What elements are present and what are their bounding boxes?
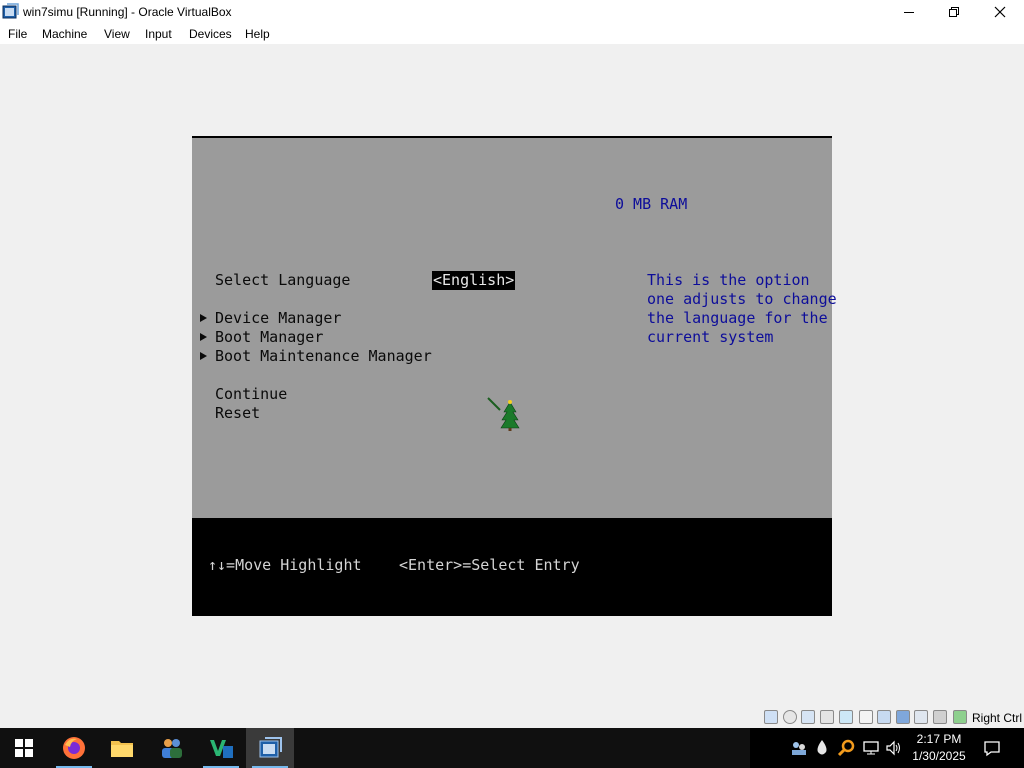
- firefox-icon: [63, 737, 85, 759]
- network-sharing-icon[interactable]: [790, 739, 808, 757]
- virtualbox-app-icon: [2, 3, 19, 19]
- menu-devices[interactable]: Devices: [189, 27, 232, 41]
- menu-boot-manager[interactable]: Boot Manager: [215, 328, 323, 347]
- ram-label: 0 MB RAM: [615, 195, 688, 213]
- help-line-1: This is the option: [647, 271, 810, 289]
- boot-manager-arrow-icon: [200, 333, 207, 341]
- boot-maintenance-arrow-icon: [200, 352, 207, 360]
- menu-view[interactable]: View: [104, 27, 130, 41]
- bios-footer: ↑↓=Move Highlight <Enter>=Select Entry: [192, 518, 832, 616]
- video-capture-icon[interactable]: [914, 710, 928, 724]
- menu-machine[interactable]: Machine: [42, 27, 87, 41]
- help-line-4: current system: [647, 328, 774, 346]
- shared-folder-icon[interactable]: [877, 710, 891, 724]
- footer-move-highlight: ↑↓=Move Highlight: [208, 556, 362, 574]
- clock-date[interactable]: 1/30/2025: [907, 749, 971, 763]
- taskbar-people[interactable]: [148, 728, 196, 768]
- monitor-network-icon[interactable]: [862, 739, 880, 757]
- usb-icon[interactable]: [859, 710, 873, 724]
- menu-file[interactable]: File: [8, 27, 27, 41]
- menu-input[interactable]: Input: [145, 27, 172, 41]
- taskbar-firefox[interactable]: [50, 728, 98, 768]
- notification-icon: [984, 741, 1000, 757]
- menu-device-manager[interactable]: Device Manager: [215, 309, 341, 328]
- christmas-tree-cursor-icon: [487, 397, 520, 431]
- menu-help[interactable]: Help: [245, 27, 270, 41]
- bios-main-panel: 0 MB RAM Select Language <English> This …: [192, 138, 837, 518]
- clock-time[interactable]: 2:17 PM: [907, 732, 971, 746]
- minimize-icon: [904, 12, 914, 13]
- minimize-button[interactable]: [886, 0, 932, 24]
- host-key-label: Right Ctrl: [972, 711, 1023, 725]
- action-reset[interactable]: Reset: [215, 404, 260, 423]
- window-title: win7simu [Running] - Oracle VirtualBox: [23, 5, 232, 19]
- action-center-button[interactable]: [982, 738, 1002, 758]
- close-button[interactable]: [977, 0, 1023, 24]
- floppy-icon[interactable]: [801, 710, 815, 724]
- menu-boot-maintenance-manager[interactable]: Boot Maintenance Manager: [215, 347, 432, 366]
- language-value[interactable]: <English>: [432, 271, 516, 290]
- select-language-label[interactable]: Select Language: [215, 271, 350, 290]
- maximize-button[interactable]: [931, 0, 977, 24]
- taskbar-virtualbox[interactable]: [246, 728, 294, 768]
- visual-studio-icon: [210, 740, 233, 758]
- mouse-integration-icon[interactable]: [953, 710, 967, 724]
- help-line-3: the language for the: [647, 309, 828, 327]
- network-icon[interactable]: [839, 710, 853, 724]
- vm-screen[interactable]: 0 MB RAM Select Language <English> This …: [192, 136, 837, 616]
- volume-icon[interactable]: [885, 739, 903, 757]
- taskbar-visual-studio[interactable]: [197, 728, 245, 768]
- vm-status-bar: Right Ctrl: [0, 706, 1024, 728]
- virtualbox-icon: [259, 737, 282, 758]
- search-tray-icon[interactable]: [837, 739, 855, 757]
- restore-icon: [949, 7, 959, 17]
- vm-display-area: 0 MB RAM Select Language <English> This …: [0, 44, 1024, 706]
- help-line-2: one adjusts to change: [647, 290, 837, 308]
- water-drop-icon[interactable]: [813, 739, 831, 757]
- action-continue[interactable]: Continue: [215, 385, 287, 404]
- footer-select-entry: <Enter>=Select Entry: [399, 556, 580, 574]
- start-button[interactable]: [0, 728, 48, 768]
- hard-disk-icon[interactable]: [764, 710, 778, 724]
- taskbar-file-explorer[interactable]: [98, 728, 146, 768]
- windows-logo-icon: [15, 739, 33, 757]
- close-icon: [994, 6, 1006, 18]
- menu-bar: File Machine View Input Devices Help: [0, 24, 1024, 44]
- people-icon: [162, 739, 182, 758]
- title-bar: win7simu [Running] - Oracle VirtualBox: [0, 0, 1024, 24]
- display-icon[interactable]: [896, 710, 910, 724]
- device-manager-arrow-icon: [200, 314, 207, 322]
- optical-drive-icon[interactable]: [783, 710, 797, 724]
- audio-icon[interactable]: [820, 710, 834, 724]
- taskbar: 2:17 PM 1/30/2025: [0, 728, 1024, 768]
- recording-icon[interactable]: [933, 710, 947, 724]
- file-explorer-icon: [111, 741, 133, 757]
